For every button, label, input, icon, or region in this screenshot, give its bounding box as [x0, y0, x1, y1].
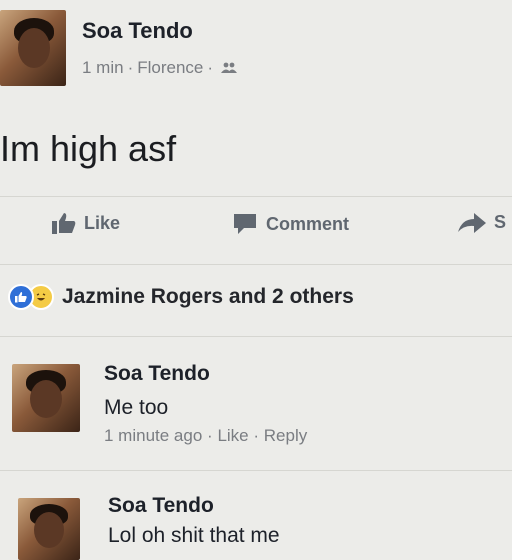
share-arrow-icon	[458, 212, 486, 233]
thumbs-up-icon	[52, 213, 76, 234]
post-header: Soa Tendo 1 min · Florence ·	[0, 0, 512, 100]
meta-separator: ·	[207, 58, 214, 77]
comment-button[interactable]: Comment	[232, 212, 349, 236]
comment-text: Me too	[104, 396, 169, 419]
reactions-text: Jazmine Rogers and 2 others	[62, 285, 354, 308]
like-label: Like	[84, 212, 121, 233]
author-avatar[interactable]	[0, 10, 66, 86]
post-time[interactable]: 1 min	[82, 58, 124, 77]
comment-item: Soa Tendo Lol oh shit that me	[0, 488, 512, 560]
meta-separator: ·	[207, 426, 213, 445]
like-button[interactable]: Like	[52, 212, 120, 234]
comment-meta: 1 minute ago · Like · Reply	[104, 426, 307, 446]
comment-time: 1 minute ago	[104, 426, 203, 445]
post-author-name[interactable]: Soa Tendo	[82, 18, 193, 44]
comment-reply-link[interactable]: Reply	[264, 426, 307, 445]
comment-like-link[interactable]: Like	[217, 426, 248, 445]
comment-text: Lol oh shit that me	[108, 524, 280, 547]
friends-icon[interactable]	[221, 59, 238, 79]
meta-separator: ·	[127, 58, 134, 77]
share-button[interactable]: S	[458, 212, 506, 233]
reactions-summary[interactable]: Jazmine Rogers and 2 others	[8, 284, 354, 310]
comment-author[interactable]: Soa Tendo	[104, 362, 210, 386]
comment-label: Comment	[266, 213, 350, 234]
post-location[interactable]: Florence	[137, 58, 203, 77]
commenter-avatar[interactable]	[18, 498, 80, 560]
post-meta: 1 min · Florence ·	[82, 58, 238, 79]
post-action-bar: Like Comment S	[0, 212, 512, 252]
share-label: S	[494, 212, 507, 232]
post-text: Im high asf	[0, 128, 177, 169]
divider	[0, 470, 512, 471]
divider	[0, 196, 512, 197]
like-reaction-icon	[8, 284, 34, 310]
divider	[0, 336, 512, 337]
comment-item: Soa Tendo Me too 1 minute ago · Like · R…	[0, 356, 512, 466]
meta-separator: ·	[253, 426, 260, 445]
comment-author[interactable]: Soa Tendo	[108, 494, 214, 518]
comment-icon	[234, 214, 256, 234]
divider	[0, 264, 512, 265]
commenter-avatar[interactable]	[12, 364, 80, 432]
